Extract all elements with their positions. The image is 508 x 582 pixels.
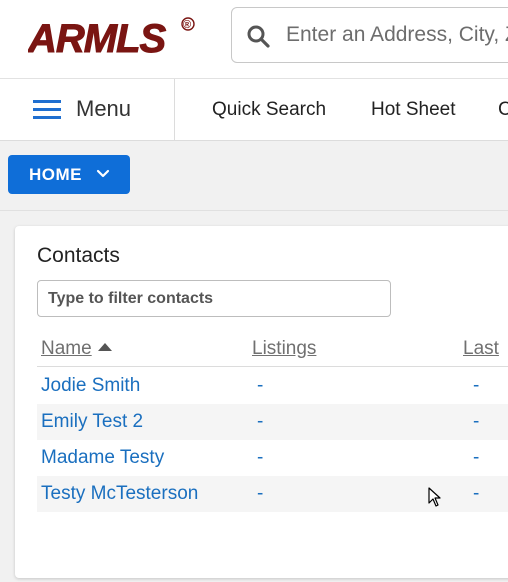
- contact-name-link[interactable]: Jodie Smith: [41, 375, 140, 397]
- column-header-last[interactable]: Last: [463, 338, 499, 360]
- contacts-title: Contacts: [37, 244, 120, 267]
- contact-name-link[interactable]: Testy McTesterson: [41, 483, 198, 505]
- table-row: Madame Testy - -: [37, 440, 508, 476]
- last-link[interactable]: -: [473, 447, 479, 469]
- mouse-cursor-icon: [428, 487, 441, 507]
- table-header-divider: [37, 366, 508, 367]
- sort-ascending-icon: [97, 342, 112, 351]
- svg-text:ARMLS: ARMLS: [28, 17, 167, 58]
- search-input[interactable]: [286, 8, 508, 62]
- home-bar: HOME: [0, 141, 508, 211]
- svg-text:®: ®: [183, 19, 191, 31]
- column-header-name-label: Name: [41, 338, 92, 359]
- table-row: Emily Test 2 - -: [37, 404, 508, 440]
- column-header-listings[interactable]: Listings: [252, 338, 316, 360]
- home-label: HOME: [29, 165, 82, 184]
- listings-link[interactable]: -: [257, 483, 263, 505]
- menu-label: Menu: [76, 96, 132, 121]
- table-row: Jodie Smith - -: [37, 368, 508, 404]
- listings-link[interactable]: -: [257, 411, 263, 433]
- contact-name-link[interactable]: Madame Testy: [41, 447, 164, 469]
- top-header: ARMLS ®: [0, 0, 508, 79]
- nav-bar: Menu Quick Search Hot Sheet C: [0, 79, 508, 141]
- column-header-name[interactable]: Name: [41, 338, 112, 360]
- listings-link[interactable]: -: [257, 375, 263, 397]
- last-link[interactable]: -: [473, 375, 479, 397]
- listings-link[interactable]: -: [257, 447, 263, 469]
- menu-button[interactable]: Menu: [0, 79, 175, 140]
- armls-logo[interactable]: ARMLS ®: [28, 16, 198, 58]
- last-link[interactable]: -: [473, 411, 479, 433]
- search-box[interactable]: [231, 7, 508, 63]
- chevron-down-icon: [96, 169, 110, 178]
- contact-name-link[interactable]: Emily Test 2: [41, 411, 143, 433]
- nav-link-truncated[interactable]: C: [498, 99, 508, 121]
- hamburger-icon: [33, 100, 61, 119]
- contacts-card: Contacts Name Listings Last Jodie Smith …: [15, 226, 508, 578]
- nav-link-hot-sheet[interactable]: Hot Sheet: [371, 99, 456, 121]
- search-icon[interactable]: [246, 24, 270, 48]
- nav-link-quick-search[interactable]: Quick Search: [212, 99, 326, 121]
- home-dropdown-button[interactable]: HOME: [8, 155, 130, 194]
- last-link[interactable]: -: [473, 483, 479, 505]
- contacts-filter-input[interactable]: [37, 280, 391, 317]
